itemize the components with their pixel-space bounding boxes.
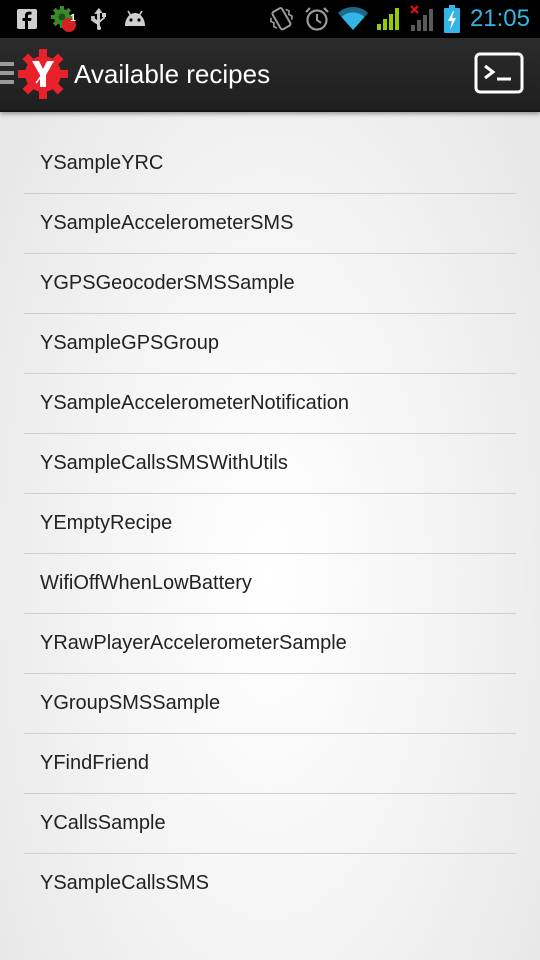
alarm-icon <box>303 0 331 38</box>
app-logo[interactable] <box>18 49 68 99</box>
status-time: 21:05 <box>469 5 530 32</box>
usb-icon <box>88 0 110 38</box>
console-button[interactable] <box>474 52 524 94</box>
wifi-icon <box>337 0 369 38</box>
list-item[interactable]: YCallsSample <box>24 794 516 854</box>
terminal-icon <box>474 52 524 94</box>
list-item[interactable]: YFindFriend <box>24 734 516 794</box>
list-item[interactable]: YGPSGeocoderSMSSample <box>24 254 516 314</box>
page-title: Available recipes <box>74 59 271 89</box>
list-item[interactable]: YSampleGPSGroup <box>24 314 516 374</box>
notification-badge-count: 1 <box>70 13 76 24</box>
facebook-icon <box>16 0 38 38</box>
recipe-list: YSampleYRC YSampleAccelerometerSMS YGPSG… <box>24 134 516 913</box>
list-item[interactable]: YSampleAccelerometerSMS <box>24 194 516 254</box>
list-item[interactable]: YSampleYRC <box>24 134 516 194</box>
list-item[interactable]: YSampleAccelerometerNotification <box>24 374 516 434</box>
list-item[interactable]: YEmptyRecipe <box>24 494 516 554</box>
no-signal-icon <box>407 0 437 38</box>
status-bar: 1 21:05 <box>0 0 540 38</box>
action-bar: Available recipes <box>0 38 540 112</box>
list-item[interactable]: YGroupSMSSample <box>24 674 516 734</box>
list-item[interactable]: WifiOffWhenLowBattery <box>24 554 516 614</box>
drawer-menu-icon[interactable] <box>0 62 14 86</box>
list-item[interactable]: YRawPlayerAccelerometerSample <box>24 614 516 674</box>
list-item[interactable]: YSampleCallsSMS <box>24 854 516 913</box>
android-debug-icon <box>121 0 149 38</box>
list-item[interactable]: YSampleCallsSMSWithUtils <box>24 434 516 494</box>
vibrate-icon <box>266 0 296 38</box>
signal-icon <box>375 0 403 38</box>
battery-charging-icon <box>441 0 463 38</box>
notification-badge-icon: 1 <box>50 0 78 38</box>
